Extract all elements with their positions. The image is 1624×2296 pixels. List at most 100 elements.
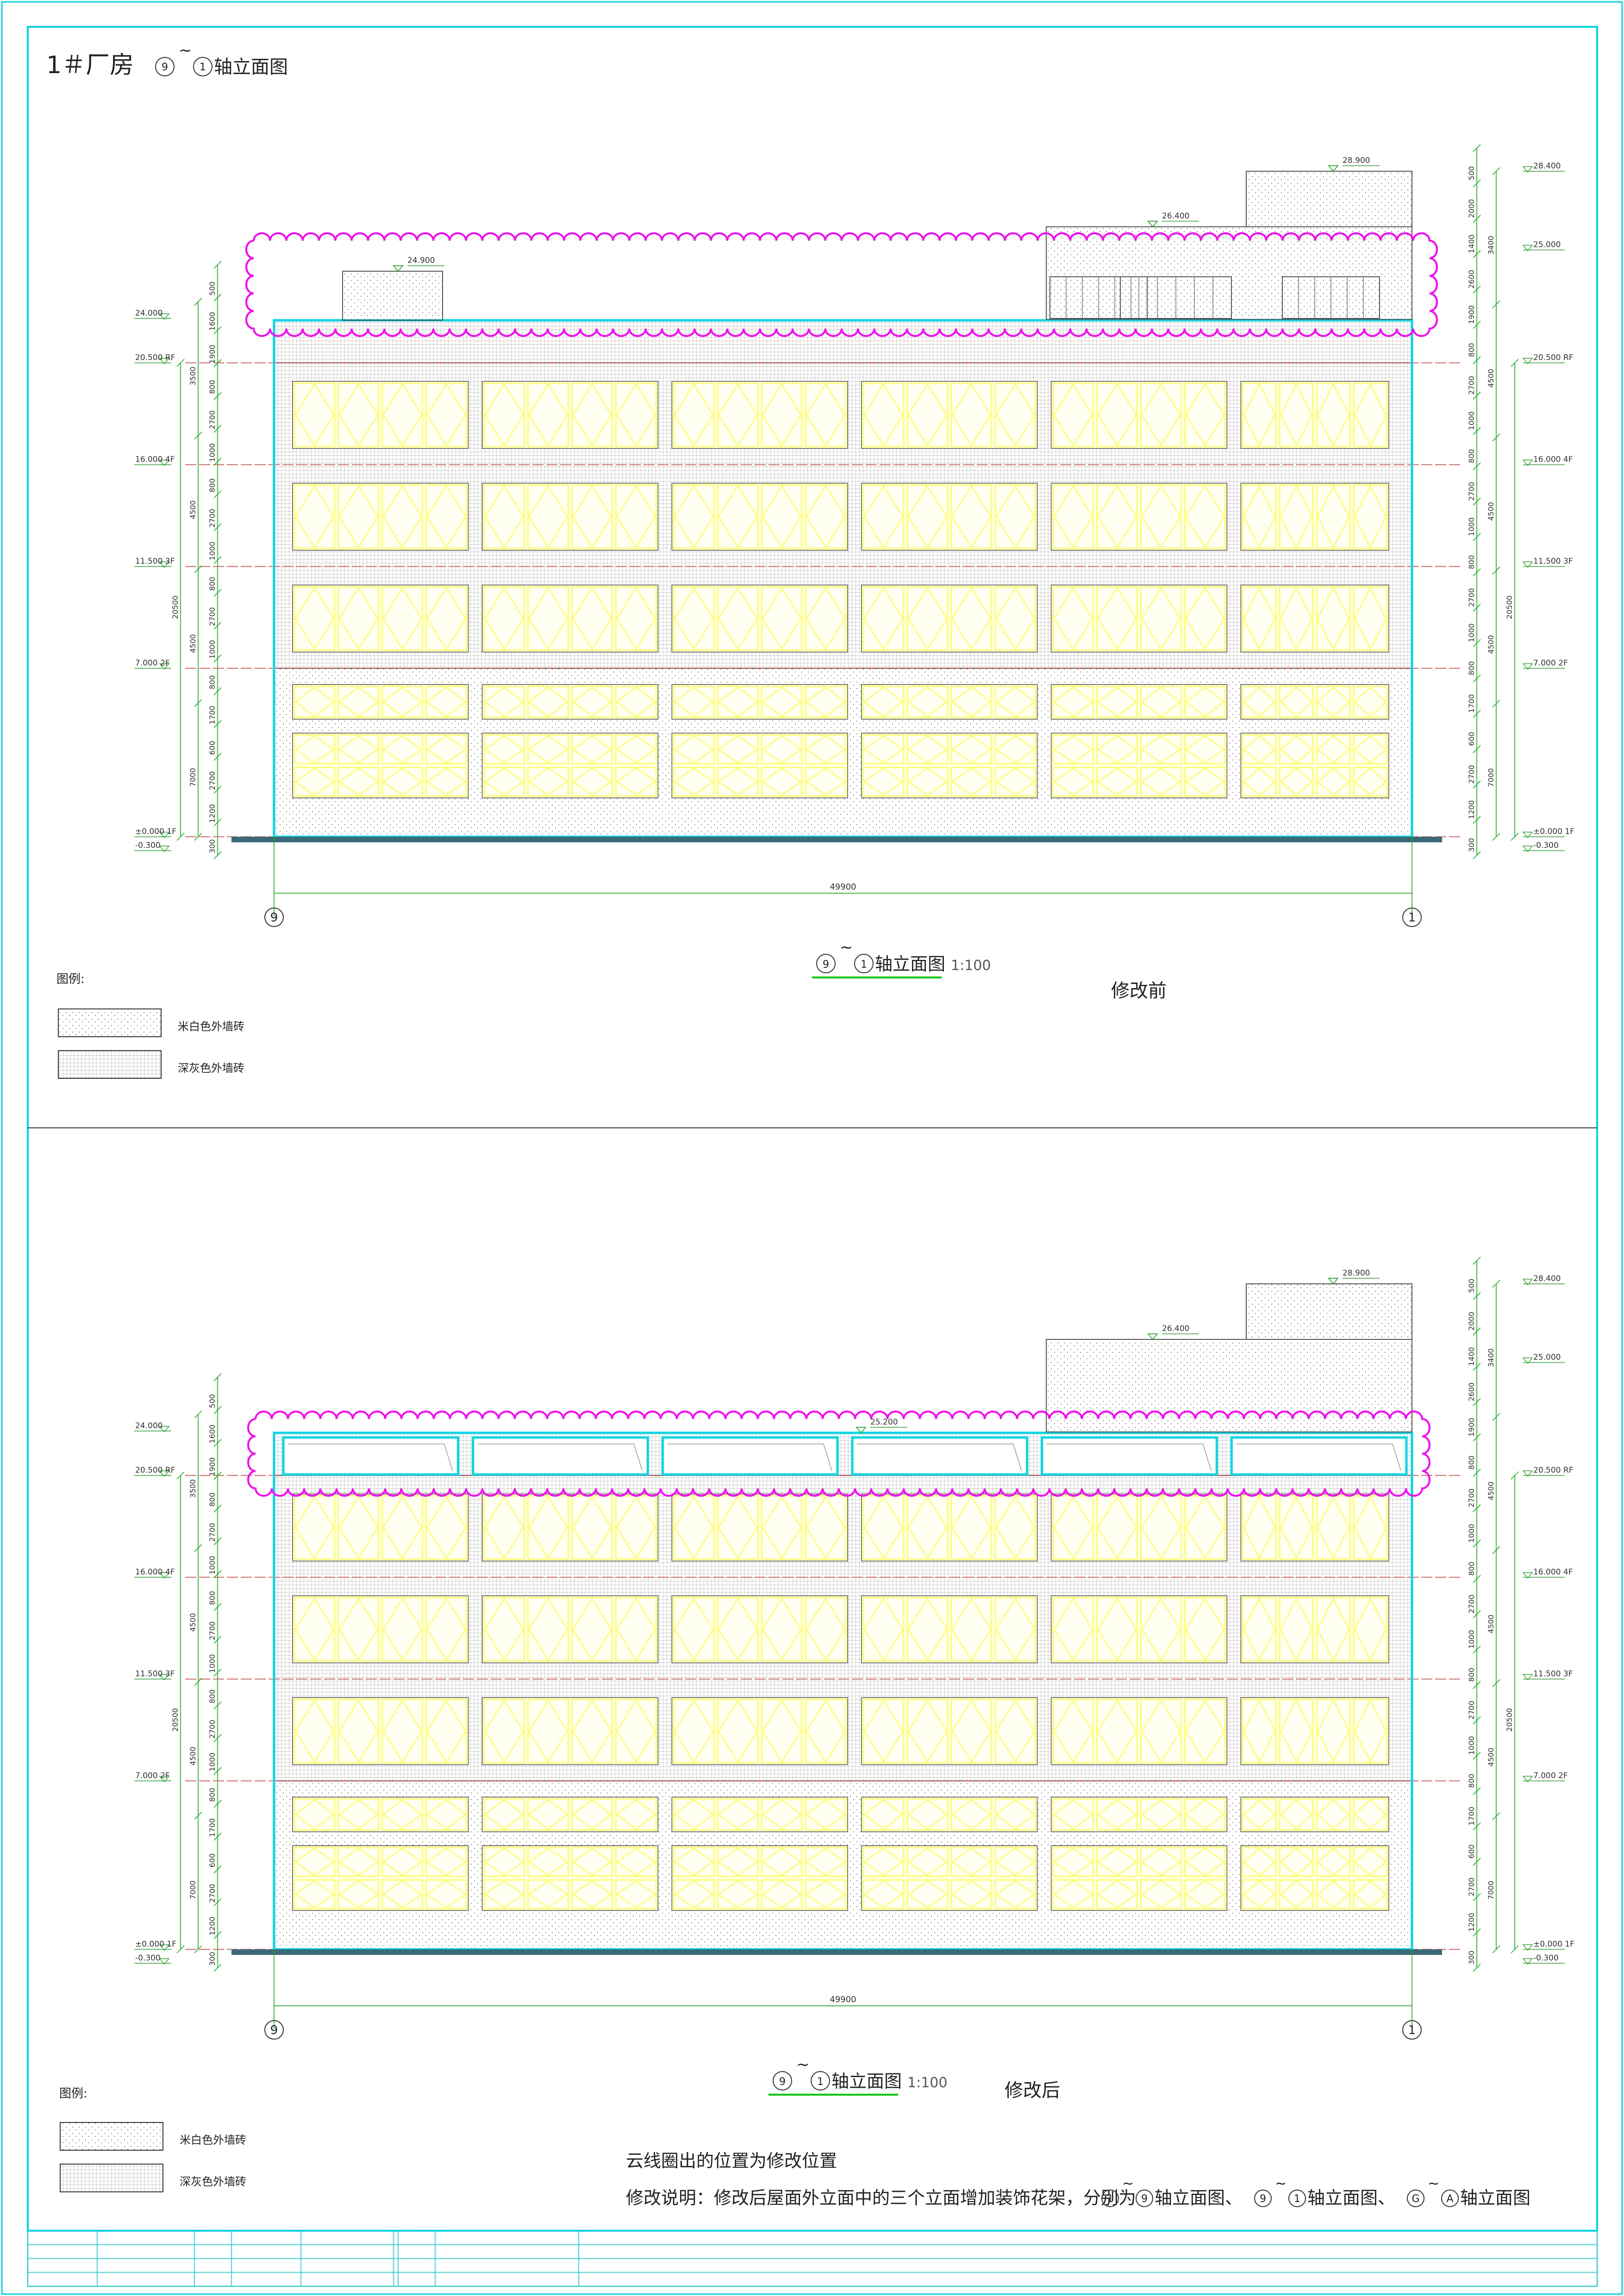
right-level-3: 16.000 4F <box>1522 455 1573 466</box>
dim-label: 2700 <box>208 607 217 626</box>
dim-label: 600 <box>208 1854 217 1868</box>
window-frame <box>292 733 469 798</box>
overall-dim-label: 49900 <box>830 1995 856 2004</box>
left-level-1: 20.500 RF <box>134 353 175 364</box>
right-level-2: 20.500 RF <box>1522 1466 1573 1477</box>
top-roof-box <box>1246 171 1412 227</box>
window-frame <box>481 1797 659 1832</box>
dim-label: 2700 <box>1467 1594 1476 1613</box>
caption-scale: 1:100 <box>907 2075 947 2091</box>
right-level-5: 7.000 2F <box>1522 1771 1568 1782</box>
decorative-frame-bay6 <box>1230 1436 1408 1476</box>
dim-label: 1000 <box>208 1654 217 1673</box>
left-dim-total: 20500 <box>171 1471 185 1954</box>
window-floor4-bay2 <box>481 381 659 449</box>
dim-label: 800 <box>208 380 217 394</box>
level-label: 20.500 RF <box>135 353 175 362</box>
legend-title: 图例: <box>56 972 85 986</box>
legend-label-white: 米白色外墙砖 <box>178 1020 244 1033</box>
window-frame <box>1050 1797 1228 1832</box>
dim-label: 3500 <box>188 1479 197 1498</box>
caption-suffix: 轴立面图 <box>831 2071 902 2091</box>
level-label: ±0.000 1F <box>135 1940 176 1949</box>
window-floor1-lower-bay6 <box>1240 1845 1389 1911</box>
left-level-1: 20.500 RF <box>134 1466 175 1477</box>
dim-label: 600 <box>208 741 217 755</box>
right-level-0: 28.400 <box>1522 1274 1565 1285</box>
dim-label: 7000 <box>1487 768 1495 787</box>
title-block <box>27 2230 1598 2287</box>
left-level-6: -0.300 <box>134 1954 171 1965</box>
sheet-title-axis: 9 ~ 1 轴立面图 <box>155 41 288 78</box>
window-frame <box>861 1845 1038 1911</box>
grid-bubble-label: 9 <box>270 2023 278 2037</box>
window-floor4-bay4 <box>861 1493 1038 1562</box>
window-floor3-bay1 <box>292 1595 469 1663</box>
decorative-frame <box>851 1436 1029 1476</box>
grid-bubble-right: 1 <box>1402 2020 1422 2040</box>
level-label: 28.400 <box>1533 1274 1561 1283</box>
decorative-frame <box>661 1436 839 1476</box>
axis-suffix: 轴立面图 <box>214 56 288 78</box>
dim-label: 4500 <box>1487 1615 1495 1634</box>
caption-tilde: ~ <box>796 2055 810 2074</box>
right-level-2: 20.500 RF <box>1522 353 1573 364</box>
window-frame <box>292 1797 469 1832</box>
window-floor1-upper-bay1 <box>292 1797 469 1832</box>
window-floor1-lower-bay1 <box>292 1845 469 1911</box>
dim-label: 500 <box>208 1394 217 1408</box>
window-frame <box>861 1797 1038 1832</box>
dim-label: 4500 <box>1487 635 1495 654</box>
left-level-2: 16.000 4F <box>134 455 175 466</box>
note-ref-from: 1 <box>1107 2193 1113 2205</box>
window-floor1-upper-bay2 <box>481 1797 659 1832</box>
right-level-5: 7.000 2F <box>1522 659 1568 670</box>
dim-label: 2600 <box>1467 1382 1476 1401</box>
axis-bubble-from: 9 <box>162 62 168 73</box>
dim-label: 2700 <box>1467 376 1476 395</box>
level-label: 7.000 2F <box>1533 659 1568 668</box>
overall-dim-label: 49900 <box>830 882 856 892</box>
dim-label: 3400 <box>1487 1348 1495 1367</box>
legend-swatch-white <box>60 2122 163 2151</box>
window-frame <box>481 733 659 798</box>
dim-label: 1200 <box>1467 1913 1476 1932</box>
level-label: 20.500 RF <box>1533 353 1573 362</box>
dim-label: 800 <box>1467 449 1476 463</box>
dim-label: 300 <box>1467 838 1476 852</box>
right-dim-total: 20500 <box>1505 359 1519 841</box>
window-floor1-lower-bay1 <box>292 733 469 798</box>
level-label: 24.000 <box>135 309 162 318</box>
right-level-7: -0.300 <box>1522 841 1565 852</box>
dim-label: 800 <box>208 1788 217 1802</box>
level-label: 11.500 3F <box>1533 1669 1573 1679</box>
level-label: 7.000 2F <box>135 659 170 668</box>
dim-label: 1400 <box>1467 235 1476 254</box>
window-floor2-bay5 <box>1050 585 1228 653</box>
level-label: 26.400 <box>1162 1324 1189 1333</box>
dim-label: 1200 <box>208 804 217 823</box>
dim-label: 1000 <box>1467 1630 1476 1649</box>
window-frame <box>671 733 849 798</box>
window-floor4-bay6 <box>1240 1493 1389 1562</box>
note-ref-tilde: ~ <box>1428 2176 1439 2192</box>
decorative-frame <box>472 1436 649 1476</box>
legend-swatch-grey <box>60 2164 163 2192</box>
window-floor1-lower-bay5 <box>1050 1845 1228 1911</box>
window-frame <box>481 1845 659 1911</box>
note-axis-ref-3: G ~ A 轴立面图 <box>1407 2176 1530 2208</box>
window-frame <box>292 1845 469 1911</box>
window-floor1-upper-bay5 <box>1050 1797 1228 1832</box>
window-floor4-bay1 <box>292 381 469 449</box>
drawing-sheet: 1＃厂房 9 ~ 1 轴立面图 28.900 26.400 24.900 24.000… <box>1 1 1623 2295</box>
window-floor1-lower-bay4 <box>861 733 1038 798</box>
window-floor1-upper-bay6 <box>1240 1797 1389 1832</box>
dim-label: 800 <box>208 1591 217 1605</box>
level-label: 28.900 <box>1343 1269 1370 1278</box>
caption-from: 9 <box>823 959 829 971</box>
window-floor1-upper-bay1 <box>292 684 469 720</box>
level-label: 28.900 <box>1343 156 1370 165</box>
decorative-frame <box>1041 1436 1218 1476</box>
decorative-frame <box>1230 1436 1408 1476</box>
dim-label: 800 <box>208 479 217 493</box>
